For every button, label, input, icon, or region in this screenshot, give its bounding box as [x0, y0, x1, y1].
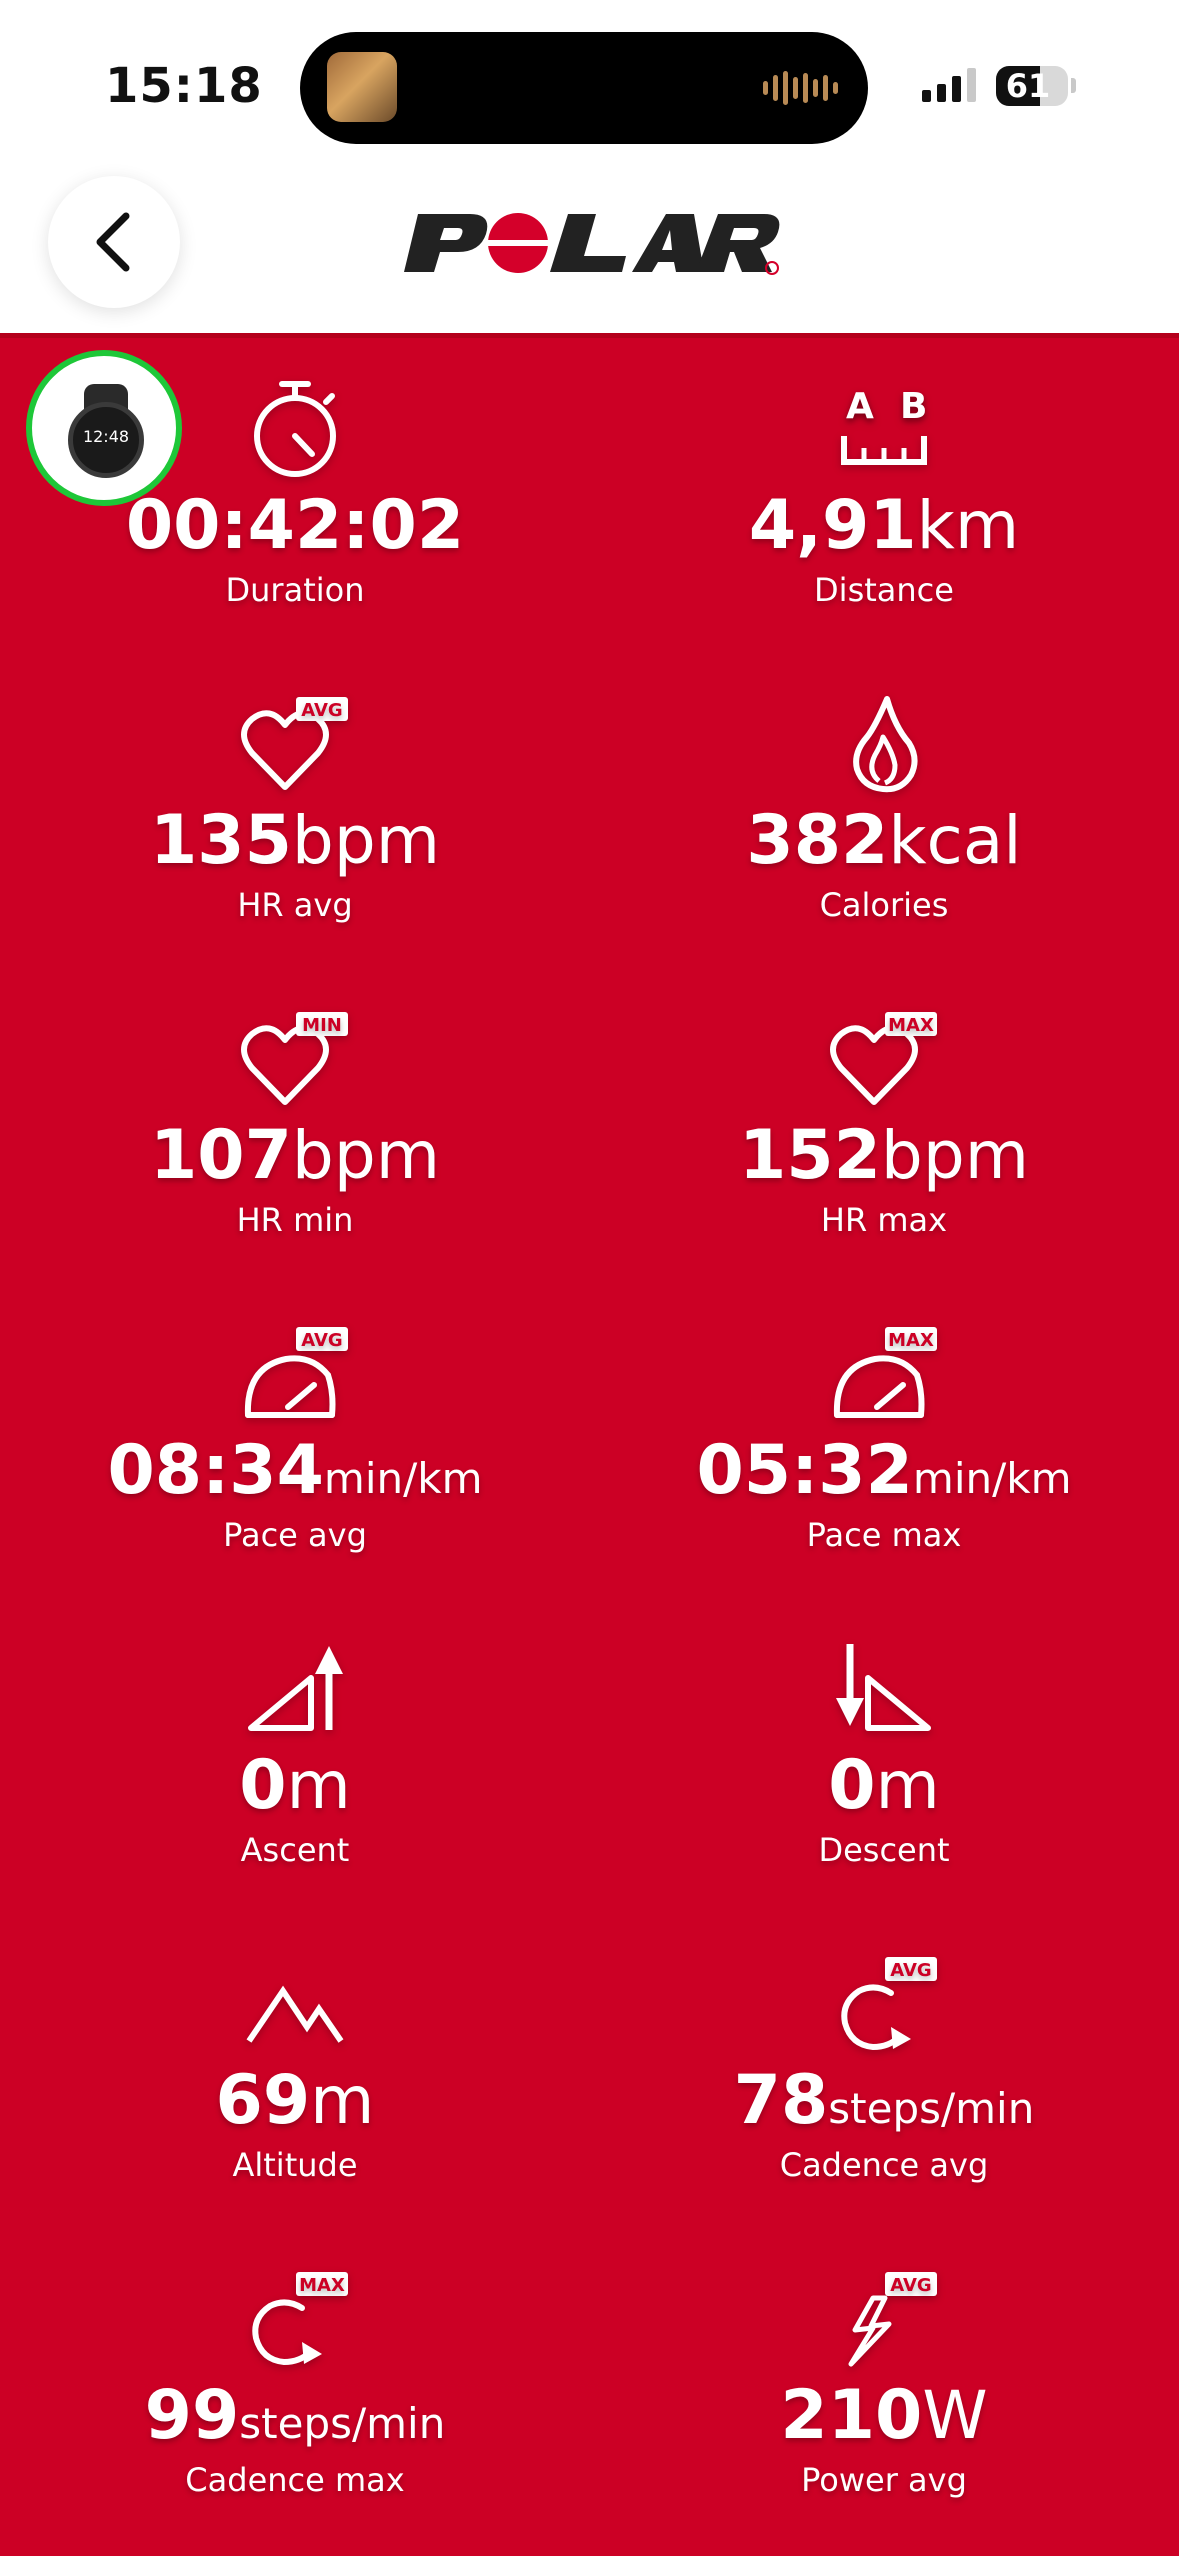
svg-text:B: B [900, 386, 927, 427]
svg-text:MAX: MAX [888, 1330, 934, 1351]
metric-label: Calories [819, 886, 949, 924]
metric-label: Altitude [232, 2146, 358, 2184]
metric-value: 135 [149, 801, 292, 880]
metric-value: 152 [738, 1116, 881, 1195]
distance-ab-icon: A B [604, 358, 1164, 478]
metric-label: Pace avg [223, 1516, 367, 1554]
metric-value: 05:32 [696, 1431, 913, 1510]
battery-nub [1071, 78, 1076, 93]
metric-label: Descent [818, 1831, 950, 1869]
heart-min-icon: MIN [15, 988, 575, 1108]
metric-value: 210 [780, 2376, 923, 2455]
svg-text:MIN: MIN [302, 1015, 342, 1036]
ascent-icon [15, 1618, 575, 1738]
metric-pace-max: MAX 05:32min/km Pace max [604, 1303, 1164, 1555]
audio-waveform-icon [763, 70, 838, 106]
polar-logo [404, 213, 780, 275]
descent-icon [604, 1618, 1164, 1738]
status-bar: 15:18 61 [0, 0, 1179, 160]
metric-label: Distance [814, 571, 954, 609]
status-time: 15:18 [105, 58, 263, 114]
metric-unit: min/km [323, 1454, 483, 1503]
metric-unit: steps/min [239, 2399, 446, 2448]
metric-unit: min/km [912, 1454, 1072, 1503]
metric-cadence-avg: AVG 78steps/min Cadence avg [604, 1933, 1164, 2185]
metric-value: 0 [828, 1746, 876, 1825]
metric-value: 0 [239, 1746, 287, 1825]
svg-text:AVG: AVG [301, 700, 342, 721]
battery-percentage: 61 [1005, 67, 1051, 105]
metric-label: Duration [225, 571, 365, 609]
metric-value: 00:42:02 [125, 486, 465, 565]
cadence-max-icon: MAX [15, 2248, 575, 2368]
svg-text:MAX: MAX [299, 2275, 345, 2296]
metric-altitude: 69m Altitude [15, 1933, 575, 2185]
watch-icon: 12:48 [68, 402, 144, 478]
metric-unit: kcal [888, 802, 1022, 879]
metric-value: 99 [144, 2376, 240, 2455]
metric-label: Ascent [240, 1831, 350, 1869]
metric-value: 382 [746, 801, 889, 880]
metric-value: 08:34 [107, 1431, 324, 1510]
metric-hr-avg: AVG 135bpm HR avg [15, 673, 575, 925]
metric-value: 69 [215, 2061, 311, 2140]
metric-unit: bpm [291, 1117, 441, 1194]
flame-icon [604, 673, 1164, 793]
metric-distance: A B 4,91km Distance [604, 358, 1164, 610]
metric-unit: m [310, 2062, 375, 2139]
metric-label: Pace max [806, 1516, 962, 1554]
heart-avg-icon: AVG [15, 673, 575, 793]
device-avatar[interactable]: 12:48 [26, 350, 182, 506]
metric-value: 4,91 [748, 486, 917, 565]
back-button[interactable] [48, 176, 180, 308]
metric-value: 78 [733, 2061, 829, 2140]
metric-hr-max: MAX 152bpm HR max [604, 988, 1164, 1240]
heart-max-icon: MAX [604, 988, 1164, 1108]
metric-hr-min: MIN 107bpm HR min [15, 988, 575, 1240]
metric-label: Power avg [801, 2461, 967, 2499]
metric-unit: m [286, 1747, 351, 1824]
metric-power-avg: AVG 210W Power avg [604, 2248, 1164, 2500]
metric-unit: km [916, 487, 1020, 564]
metric-label: HR max [820, 1201, 948, 1239]
metric-ascent: 0m Ascent [15, 1618, 575, 1870]
battery-icon: 61 [996, 66, 1068, 106]
speedometer-avg-icon: AVG [15, 1303, 575, 1423]
metric-label: Cadence avg [779, 2146, 989, 2184]
metric-value: 107 [149, 1116, 292, 1195]
metric-unit: W [922, 2377, 988, 2454]
metric-label: Cadence max [185, 2461, 405, 2499]
metric-label: HR avg [237, 886, 353, 924]
metric-cadence-max: MAX 99steps/min Cadence max [15, 2248, 575, 2500]
mountain-icon [15, 1933, 575, 2053]
svg-text:A: A [846, 386, 874, 427]
svg-text:AVG: AVG [890, 1960, 931, 1981]
chevron-left-icon [96, 212, 130, 272]
svg-text:AVG: AVG [301, 1330, 342, 1351]
dynamic-island[interactable] [300, 32, 868, 144]
metric-calories: 382kcal Calories [604, 673, 1164, 925]
cadence-avg-icon: AVG [604, 1933, 1164, 2053]
svg-text:AVG: AVG [890, 2275, 931, 2296]
metric-label: HR min [236, 1201, 354, 1239]
metric-unit: bpm [880, 1117, 1030, 1194]
metric-unit: m [875, 1747, 940, 1824]
metric-unit: bpm [291, 802, 441, 879]
metric-descent: 0m Descent [604, 1618, 1164, 1870]
metric-unit: steps/min [828, 2084, 1035, 2133]
power-avg-icon: AVG [604, 2248, 1164, 2368]
metric-pace-avg: AVG 08:34min/km Pace avg [15, 1303, 575, 1555]
cellular-signal-icon [922, 66, 976, 102]
now-playing-artwork [327, 52, 397, 122]
speedometer-max-icon: MAX [604, 1303, 1164, 1423]
svg-text:MAX: MAX [888, 1015, 934, 1036]
